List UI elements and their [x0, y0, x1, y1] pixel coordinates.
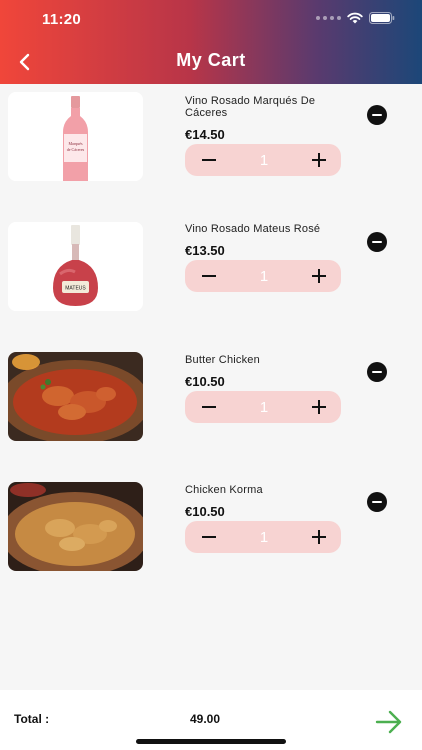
status-icons [316, 12, 395, 24]
bottle-label-line-2: de Cáceres [67, 147, 85, 152]
plus-icon [312, 530, 326, 544]
cart-item: Chicken Korma €10.50 1 [0, 478, 422, 608]
cart-item: Butter Chicken €10.50 1 [0, 348, 422, 478]
cart-item: MATEUS Vino Rosado Mateus Rosé €13.50 1 [0, 218, 422, 348]
cart-item: Marqués de Cáceres Vino Rosado Marqués D… [0, 88, 422, 218]
total-label: Total : [14, 712, 50, 726]
item-price: €10.50 [185, 504, 225, 519]
decrease-button[interactable] [201, 399, 217, 415]
cart-list[interactable]: Marqués de Cáceres Vino Rosado Marqués D… [0, 84, 422, 690]
quantity-value: 1 [259, 151, 269, 169]
checkout-button[interactable] [374, 708, 404, 736]
plus-icon [312, 400, 326, 414]
increase-button[interactable] [311, 529, 327, 545]
minus-icon [202, 275, 216, 277]
quantity-stepper: 1 [185, 391, 341, 423]
signal-icon [316, 16, 341, 20]
item-name: Vino Rosado Mateus Rosé [185, 223, 321, 235]
status-time: 11:20 [42, 11, 82, 28]
quantity-stepper: 1 [185, 521, 341, 553]
bottle-label-line-1: Marqués [69, 141, 83, 146]
quantity-value: 1 [259, 528, 269, 546]
item-name: Chicken Korma [185, 484, 263, 496]
bottle-label: MATEUS [65, 286, 86, 292]
page-title: My Cart [176, 50, 246, 70]
quantity-value: 1 [259, 398, 269, 416]
increase-button[interactable] [311, 268, 327, 284]
increase-button[interactable] [311, 399, 327, 415]
remove-item-button[interactable] [367, 492, 387, 512]
product-image[interactable]: MATEUS [8, 222, 143, 311]
total-value: 49.00 [190, 712, 221, 726]
mateus-wine-bottle-image: MATEUS [8, 222, 143, 311]
home-indicator [136, 739, 286, 744]
minus-icon [202, 406, 216, 408]
item-price: €10.50 [185, 374, 225, 389]
remove-item-button[interactable] [367, 232, 387, 252]
chicken-korma-image [8, 482, 143, 571]
wifi-icon [347, 12, 363, 24]
app-header: 11:20 My Cart [0, 0, 422, 84]
minus-circle-icon [372, 500, 382, 504]
quantity-stepper: 1 [185, 144, 341, 176]
item-name: Vino Rosado Marqués De Cáceres [185, 95, 316, 119]
item-name: Butter Chicken [185, 354, 260, 366]
minus-circle-icon [372, 113, 382, 117]
remove-item-button[interactable] [367, 362, 387, 382]
decrease-button[interactable] [201, 152, 217, 168]
remove-item-button[interactable] [367, 105, 387, 125]
item-price: €13.50 [185, 243, 225, 258]
minus-circle-icon [372, 370, 382, 374]
quantity-stepper: 1 [185, 260, 341, 292]
battery-icon [369, 12, 395, 24]
butter-chicken-image [8, 352, 143, 441]
plus-icon [312, 153, 326, 167]
product-image[interactable]: Marqués de Cáceres [8, 92, 143, 181]
quantity-value: 1 [259, 267, 269, 285]
decrease-button[interactable] [201, 268, 217, 284]
decrease-button[interactable] [201, 529, 217, 545]
product-image[interactable] [8, 352, 143, 441]
arrow-right-icon [375, 710, 402, 734]
rose-wine-bottle-image: Marqués de Cáceres [8, 92, 143, 181]
minus-icon [202, 159, 216, 161]
increase-button[interactable] [311, 152, 327, 168]
minus-circle-icon [372, 240, 382, 244]
item-price: €14.50 [185, 127, 225, 142]
product-image[interactable] [8, 482, 143, 571]
plus-icon [312, 269, 326, 283]
minus-icon [202, 536, 216, 538]
